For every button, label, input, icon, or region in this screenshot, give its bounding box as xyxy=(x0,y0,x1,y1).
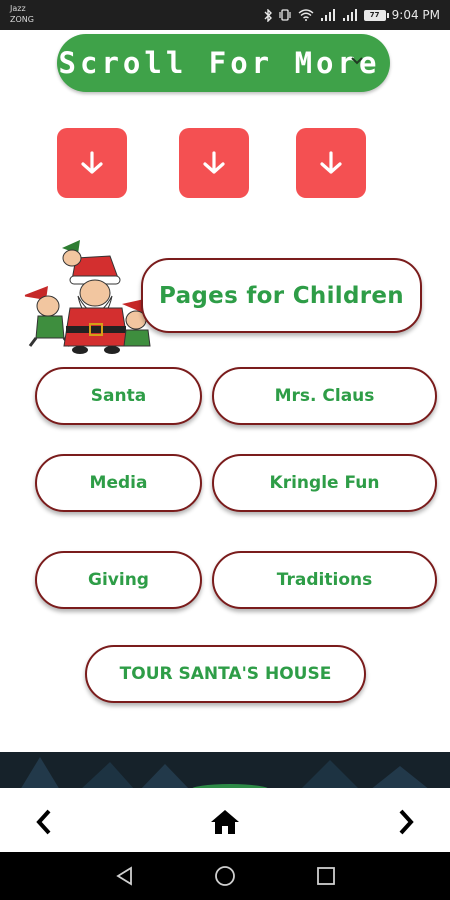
forward-button[interactable] xyxy=(388,804,424,840)
back-button[interactable] xyxy=(26,804,62,840)
vibrate-icon xyxy=(279,9,291,21)
chevron-left-icon xyxy=(36,809,51,835)
square-recents-icon xyxy=(317,867,335,885)
kringle-fun-button[interactable]: Kringle Fun xyxy=(212,454,437,512)
scroll-down-button-2[interactable] xyxy=(179,128,249,198)
bottom-nav-bar xyxy=(0,788,450,852)
triangle-back-icon xyxy=(116,866,132,886)
system-recents-button[interactable] xyxy=(314,864,338,888)
footer-background-image xyxy=(0,752,450,790)
mrs-claus-button[interactable]: Mrs. Claus xyxy=(212,367,437,425)
carrier-line-2: ZONG xyxy=(10,15,34,24)
bluetooth-icon xyxy=(264,8,272,22)
system-home-button[interactable] xyxy=(213,864,237,888)
home-button[interactable] xyxy=(207,804,243,840)
arrow-down-icon xyxy=(320,151,342,174)
wifi-icon xyxy=(298,9,314,21)
status-bar: Jazz ZONG 77 9:04 PM xyxy=(0,0,450,30)
scroll-for-more-button[interactable]: Scroll For More xyxy=(57,34,390,92)
carrier-label: Jazz ZONG xyxy=(10,3,34,25)
santa-button[interactable]: Santa xyxy=(35,367,202,425)
circle-home-icon xyxy=(215,866,235,886)
tour-santas-house-button[interactable]: TOUR SANTA'S HOUSE xyxy=(85,645,366,703)
scroll-for-more-label: Scroll For More xyxy=(58,46,381,80)
home-icon xyxy=(211,810,239,834)
chevron-down-icon xyxy=(351,57,363,65)
giving-button[interactable]: Giving xyxy=(35,551,202,609)
scroll-down-button-1[interactable] xyxy=(57,128,127,198)
system-back-button[interactable] xyxy=(113,864,137,888)
status-time: 9:04 PM xyxy=(391,8,440,22)
traditions-button[interactable]: Traditions xyxy=(212,551,437,609)
chevron-right-icon xyxy=(399,809,414,835)
app-screen: Jazz ZONG 77 9:04 PM Scroll For More Pag… xyxy=(0,0,450,900)
battery-icon: 77 xyxy=(363,9,389,21)
scroll-down-button-3[interactable] xyxy=(296,128,366,198)
arrow-down-icon xyxy=(81,151,103,174)
arrow-down-icon xyxy=(203,151,225,174)
pine-branches-image xyxy=(20,757,430,790)
carrier-line-1: Jazz xyxy=(10,4,26,13)
status-icons: 77 9:04 PM xyxy=(264,8,440,22)
signal-icon xyxy=(320,9,335,21)
pages-for-children-heading: Pages for Children xyxy=(141,258,422,333)
media-button[interactable]: Media xyxy=(35,454,202,512)
system-nav-bar xyxy=(0,852,450,900)
signal-4g-icon xyxy=(342,9,357,21)
